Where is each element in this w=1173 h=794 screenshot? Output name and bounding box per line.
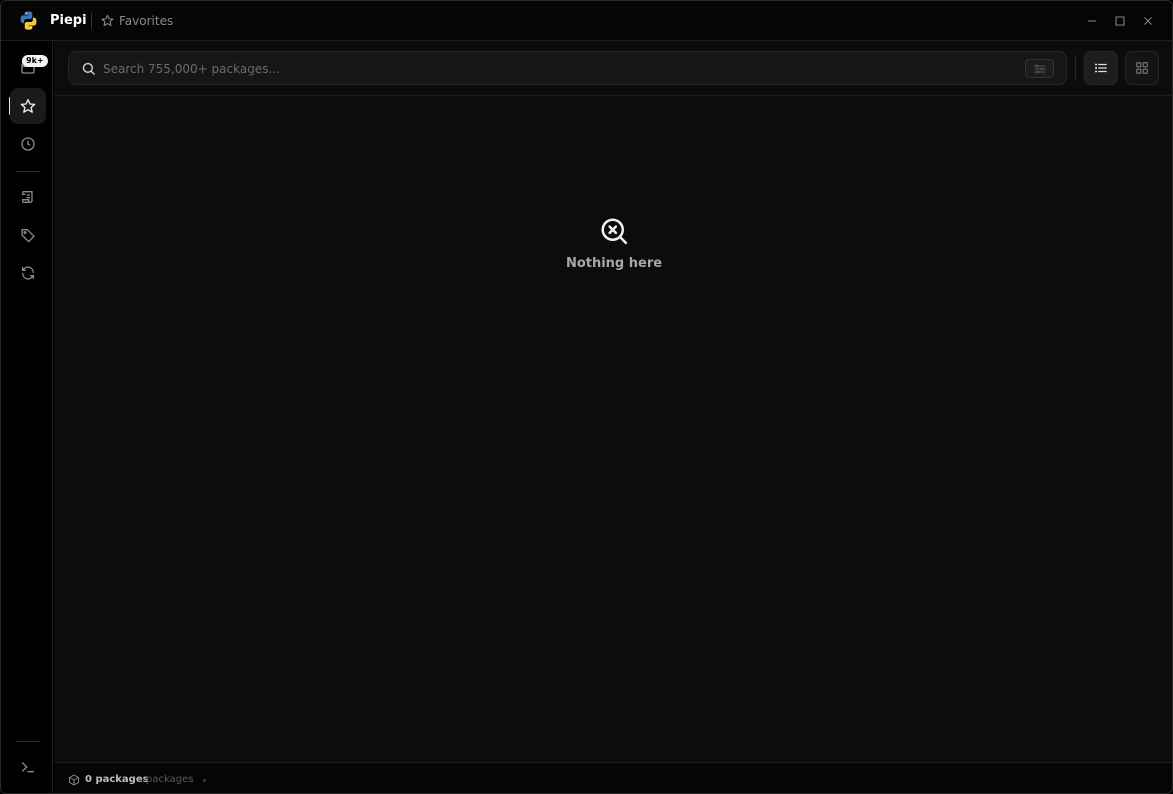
status-dot — [203, 779, 206, 782]
star-icon — [20, 99, 36, 113]
sidebar-item-scripts[interactable] — [10, 179, 46, 215]
grid-view-button[interactable] — [1125, 51, 1159, 85]
terminal-icon — [22, 762, 34, 773]
sidebar-item-terminal[interactable] — [10, 749, 46, 785]
sidebar-separator — [16, 171, 40, 172]
minimize-button[interactable] — [1084, 13, 1100, 29]
app-name: Piepi — [50, 13, 87, 28]
tag-icon — [21, 229, 35, 243]
sidebar-item-favorites[interactable] — [10, 88, 46, 124]
sidebar-item-tags[interactable] — [10, 217, 46, 253]
empty-state-message: Nothing here — [565, 256, 663, 271]
minimize-icon — [1088, 20, 1096, 22]
sidebar: 9k+ — [1, 41, 53, 793]
toolbar — [54, 41, 1172, 96]
list-icon — [1094, 63, 1107, 73]
star-icon — [101, 14, 114, 27]
breadcrumb-favorites: Favorites — [119, 14, 174, 28]
toolbar-separator — [1075, 56, 1076, 80]
title-bar: Piepi Favorites — [1, 1, 1172, 41]
box-icon — [69, 774, 79, 786]
search-box[interactable] — [68, 51, 1067, 85]
packages-count-badge: 9k+ — [22, 55, 48, 67]
sidebar-item-updates[interactable] — [10, 255, 46, 291]
refresh-icon — [22, 266, 34, 280]
search-icon — [82, 62, 95, 75]
filter-button[interactable] — [1025, 59, 1054, 78]
clock-icon — [21, 137, 35, 151]
sidebar-separator — [16, 741, 40, 742]
title-divider — [91, 13, 92, 29]
scroll-icon — [22, 191, 33, 203]
close-icon — [1144, 17, 1152, 25]
close-button[interactable] — [1140, 13, 1156, 29]
list-view-button[interactable] — [1084, 51, 1118, 85]
search-x-icon — [601, 218, 628, 245]
status-bar: 0 packages packages — [54, 762, 1172, 793]
sidebar-item-history[interactable] — [10, 126, 46, 162]
filter-icon — [1033, 64, 1046, 73]
grid-icon — [1136, 62, 1148, 74]
empty-state: Nothing here — [54, 216, 1172, 271]
main-panel: Nothing here 0 packages packages — [54, 41, 1172, 793]
package-unit: packages — [146, 774, 194, 785]
maximize-button[interactable] — [1112, 13, 1128, 29]
package-count: 0 packages — [85, 774, 149, 785]
maximize-icon — [1115, 16, 1125, 26]
app-window: Piepi Favorites 9k+ Search 755,000+ pack… — [0, 0, 1173, 794]
search-input[interactable] — [103, 59, 1003, 79]
python-logo-icon — [20, 11, 37, 30]
